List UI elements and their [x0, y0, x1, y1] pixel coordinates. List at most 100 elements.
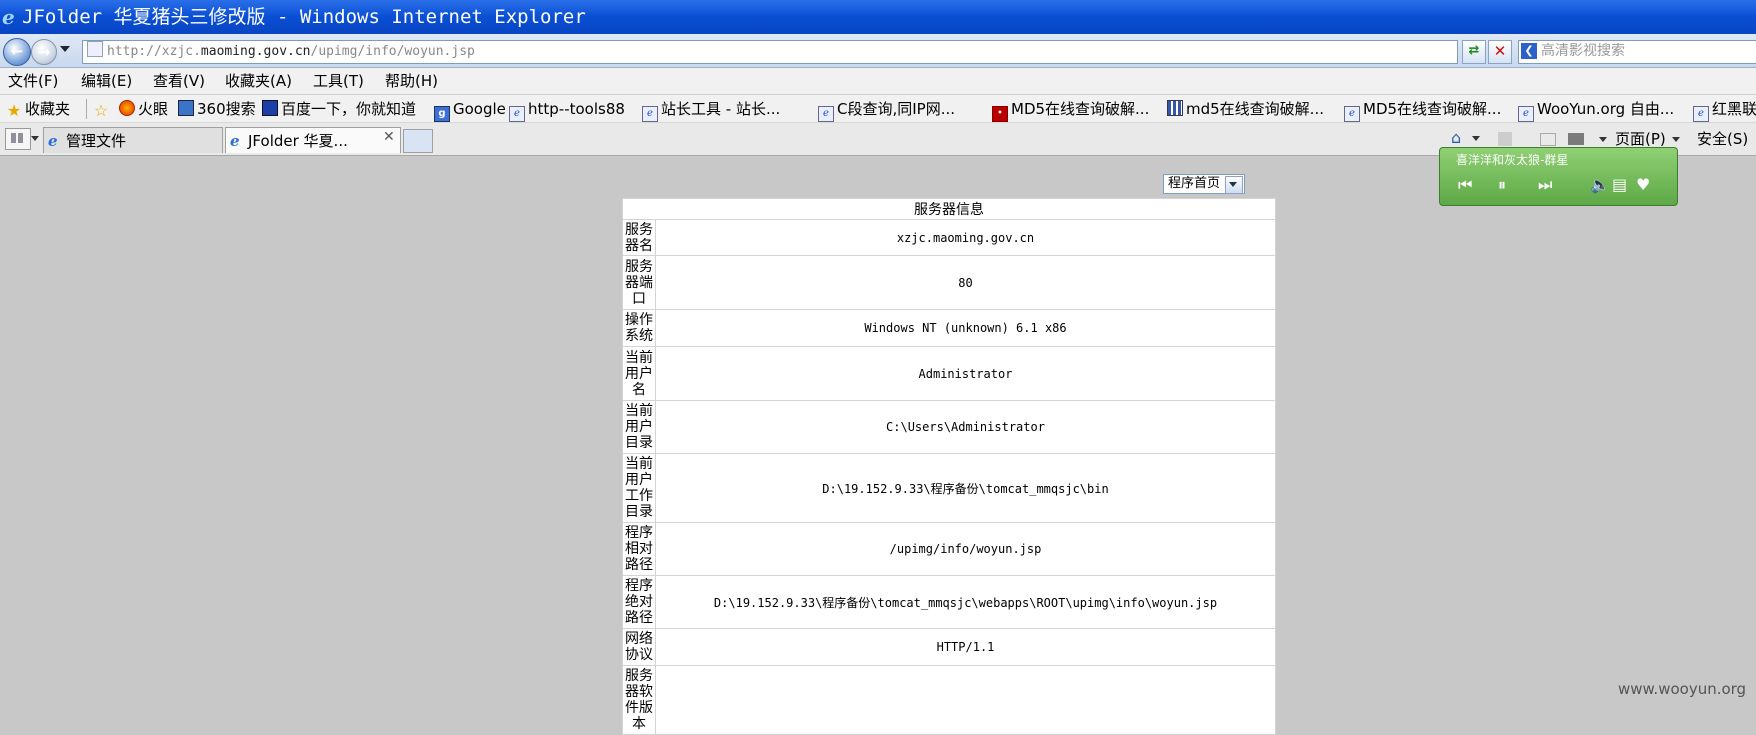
program-select[interactable]: 程序首页: [1163, 174, 1245, 194]
table-row: 当前用户工作目录 D:\19.152.9.33\程序备份\tomcat_mmqsj…: [622, 453, 1276, 523]
url-domain: maoming.gov.cn: [200, 44, 311, 59]
fav-item-huoyan[interactable]: 火眼: [119, 95, 169, 122]
table-row: 操作系统 Windows NT (unknown) 6.1 x86: [622, 309, 1276, 347]
fire-icon: [119, 100, 135, 116]
row-label: 程序相对路径: [622, 522, 656, 576]
window-title: JFolder 华夏猪头三修改版 - Windows Internet Expl…: [22, 6, 586, 28]
row-label: 当前用户名: [622, 346, 656, 401]
menu-tools[interactable]: 工具(T): [313, 68, 364, 95]
address-toolbar: ← → http://xzjc.maoming.gov.cn/upimg/inf…: [0, 34, 1756, 68]
fav-item-google[interactable]: g Google: [434, 95, 506, 122]
volume-icon[interactable]: 🔈: [1590, 176, 1610, 194]
grid-site-icon: [1167, 100, 1183, 116]
fav-label: 站长工具 - 站长...: [661, 100, 781, 118]
search-provider-icon: ❮: [1521, 43, 1537, 59]
tab-manage-files[interactable]: e 管理文件: [43, 127, 223, 153]
watermark: www.wooyun.org: [1618, 680, 1747, 698]
fav-item-zhanzhang[interactable]: e 站长工具 - 站长...: [642, 95, 781, 122]
tab-jfolder[interactable]: e JFolder 华夏...: [225, 127, 401, 153]
recent-pages-dropdown[interactable]: [60, 46, 70, 52]
table-row: 程序绝对路径 D:\19.152.9.33\程序备份\tomcat_mmqsjc\…: [622, 575, 1276, 629]
song-title: 喜洋洋和灰太狼-群星: [1456, 153, 1569, 167]
row-label: 程序绝对路径: [622, 575, 656, 629]
md5-site-icon: •: [992, 106, 1008, 122]
row-value: D:\19.152.9.33\程序备份\tomcat_mmqsjc\bin: [655, 453, 1276, 523]
favorites-label: 收藏夹: [25, 100, 71, 118]
chevron-down-icon[interactable]: [1225, 176, 1243, 194]
ie-page-icon: e: [1518, 106, 1534, 122]
fav-item-cduan[interactable]: e C段查询,同IP网...: [818, 95, 955, 122]
safety-menu-label: 安全(S): [1697, 130, 1749, 148]
fav-label: MD5在线查询破解...: [1363, 100, 1502, 118]
fav-label: 360搜索: [197, 100, 256, 118]
address-input[interactable]: http://xzjc.maoming.gov.cn/upimg/info/wo…: [82, 40, 1458, 64]
table-row: 服务器软件版本: [622, 665, 1276, 735]
fav-label: 红黑联: [1712, 100, 1756, 118]
add-star-icon: ☆: [93, 101, 109, 120]
fav-item-tools88[interactable]: e http--tools88: [509, 95, 625, 122]
row-value: HTTP/1.1: [655, 628, 1276, 666]
menu-help[interactable]: 帮助(H): [385, 68, 438, 95]
close-tab-icon[interactable]: ✕: [383, 129, 395, 145]
fav-item-md5-3[interactable]: e MD5在线查询破解...: [1344, 95, 1502, 122]
favorites-button[interactable]: ★ 收藏夹: [6, 95, 71, 122]
menu-favorites[interactable]: 收藏夹(A): [225, 68, 292, 95]
favorites-bar: ★ 收藏夹 ☆ 火眼 360搜索 百度一下，你就知道 g Google e http-…: [0, 95, 1756, 123]
table-row: 程序相对路径/upimg/info/woyun.jsp: [622, 522, 1276, 576]
ie-page-icon: e: [642, 106, 658, 122]
stop-button[interactable]: ✕: [1488, 40, 1512, 64]
feeds-icon[interactable]: [1498, 132, 1512, 146]
read-mail-icon[interactable]: [1540, 133, 1556, 146]
home-dropdown[interactable]: [1472, 130, 1480, 146]
new-tab-button[interactable]: [403, 129, 433, 153]
row-value: C:\Users\Administrator: [655, 400, 1276, 454]
pause-icon[interactable]: ⏸: [1498, 176, 1506, 194]
fav-label: WooYun.org 自由...: [1537, 100, 1675, 118]
program-select-value: 程序首页: [1168, 176, 1221, 191]
ie-tab-icon: e: [48, 132, 58, 150]
fav-label: Google: [453, 100, 506, 118]
previous-track-icon[interactable]: ⏮: [1458, 176, 1472, 194]
home-icon[interactable]: ⌂: [1451, 130, 1469, 146]
fav-item-baidu[interactable]: 百度一下，你就知道: [262, 95, 416, 122]
search-placeholder: 高清影视搜索: [1541, 43, 1625, 59]
next-track-icon[interactable]: ⏭: [1538, 176, 1552, 194]
row-value: xzjc.maoming.gov.cn: [655, 219, 1276, 256]
search-input[interactable]: ❮ 高清影视搜索: [1518, 40, 1756, 64]
safety-menu[interactable]: 安全(S): [1697, 123, 1748, 156]
ie-logo-icon: e: [2, 5, 15, 29]
row-label: 操作系统: [622, 309, 656, 347]
back-button[interactable]: ←: [3, 38, 31, 66]
tab-label: JFolder 华夏...: [248, 132, 348, 150]
table-row: 网络协议 HTTP/1.1: [622, 628, 1276, 666]
add-favorite-button[interactable]: ☆: [93, 95, 112, 122]
row-value: [655, 665, 1276, 735]
table-row: 服务器端口 80: [622, 255, 1276, 310]
star-icon: ★: [6, 101, 22, 120]
window-title-bar: e JFolder 华夏猪头三修改版 - Windows Internet Ex…: [0, 0, 1756, 34]
tab-list-dropdown[interactable]: [31, 136, 39, 141]
print-icon[interactable]: [1568, 133, 1584, 145]
heart-icon[interactable]: ♥: [1636, 176, 1650, 194]
fav-item-md5-2[interactable]: md5在线查询破解...: [1167, 95, 1324, 122]
quick-tabs-button[interactable]: [5, 128, 31, 150]
fav-item-honghei[interactable]: e 红黑联: [1693, 95, 1756, 122]
fav-item-md5-1[interactable]: • MD5在线查询破解...: [992, 95, 1149, 122]
forward-button[interactable]: →: [31, 39, 57, 65]
table-row: 当前用户名 Administrator: [622, 346, 1276, 401]
menu-file[interactable]: 文件(F): [8, 68, 58, 95]
menu-bar: 文件(F) 编辑(E) 查看(V) 收藏夹(A) 工具(T) 帮助(H): [0, 68, 1756, 95]
playlist-icon[interactable]: ▤: [1612, 176, 1627, 194]
page-menu-label: 页面(P): [1615, 130, 1666, 148]
refresh-button[interactable]: ⇄: [1462, 40, 1486, 64]
menu-view[interactable]: 查看(V): [153, 68, 205, 95]
music-player-widget: 喜洋洋和灰太狼-群星 ⏮ ⏸ ⏭ 🔈 ▤ ♥: [1439, 147, 1678, 206]
url-prefix: http://xzjc.: [107, 44, 201, 59]
fav-item-wooyun[interactable]: e WooYun.org 自由...: [1518, 95, 1675, 122]
menu-edit[interactable]: 编辑(E): [81, 68, 132, 95]
favorites-separator: [86, 99, 87, 119]
row-label: 服务器软件版本: [622, 665, 656, 735]
ie-page-icon: e: [1693, 106, 1709, 122]
fav-label: 火眼: [138, 100, 169, 118]
fav-item-360[interactable]: 360搜索: [178, 95, 256, 122]
